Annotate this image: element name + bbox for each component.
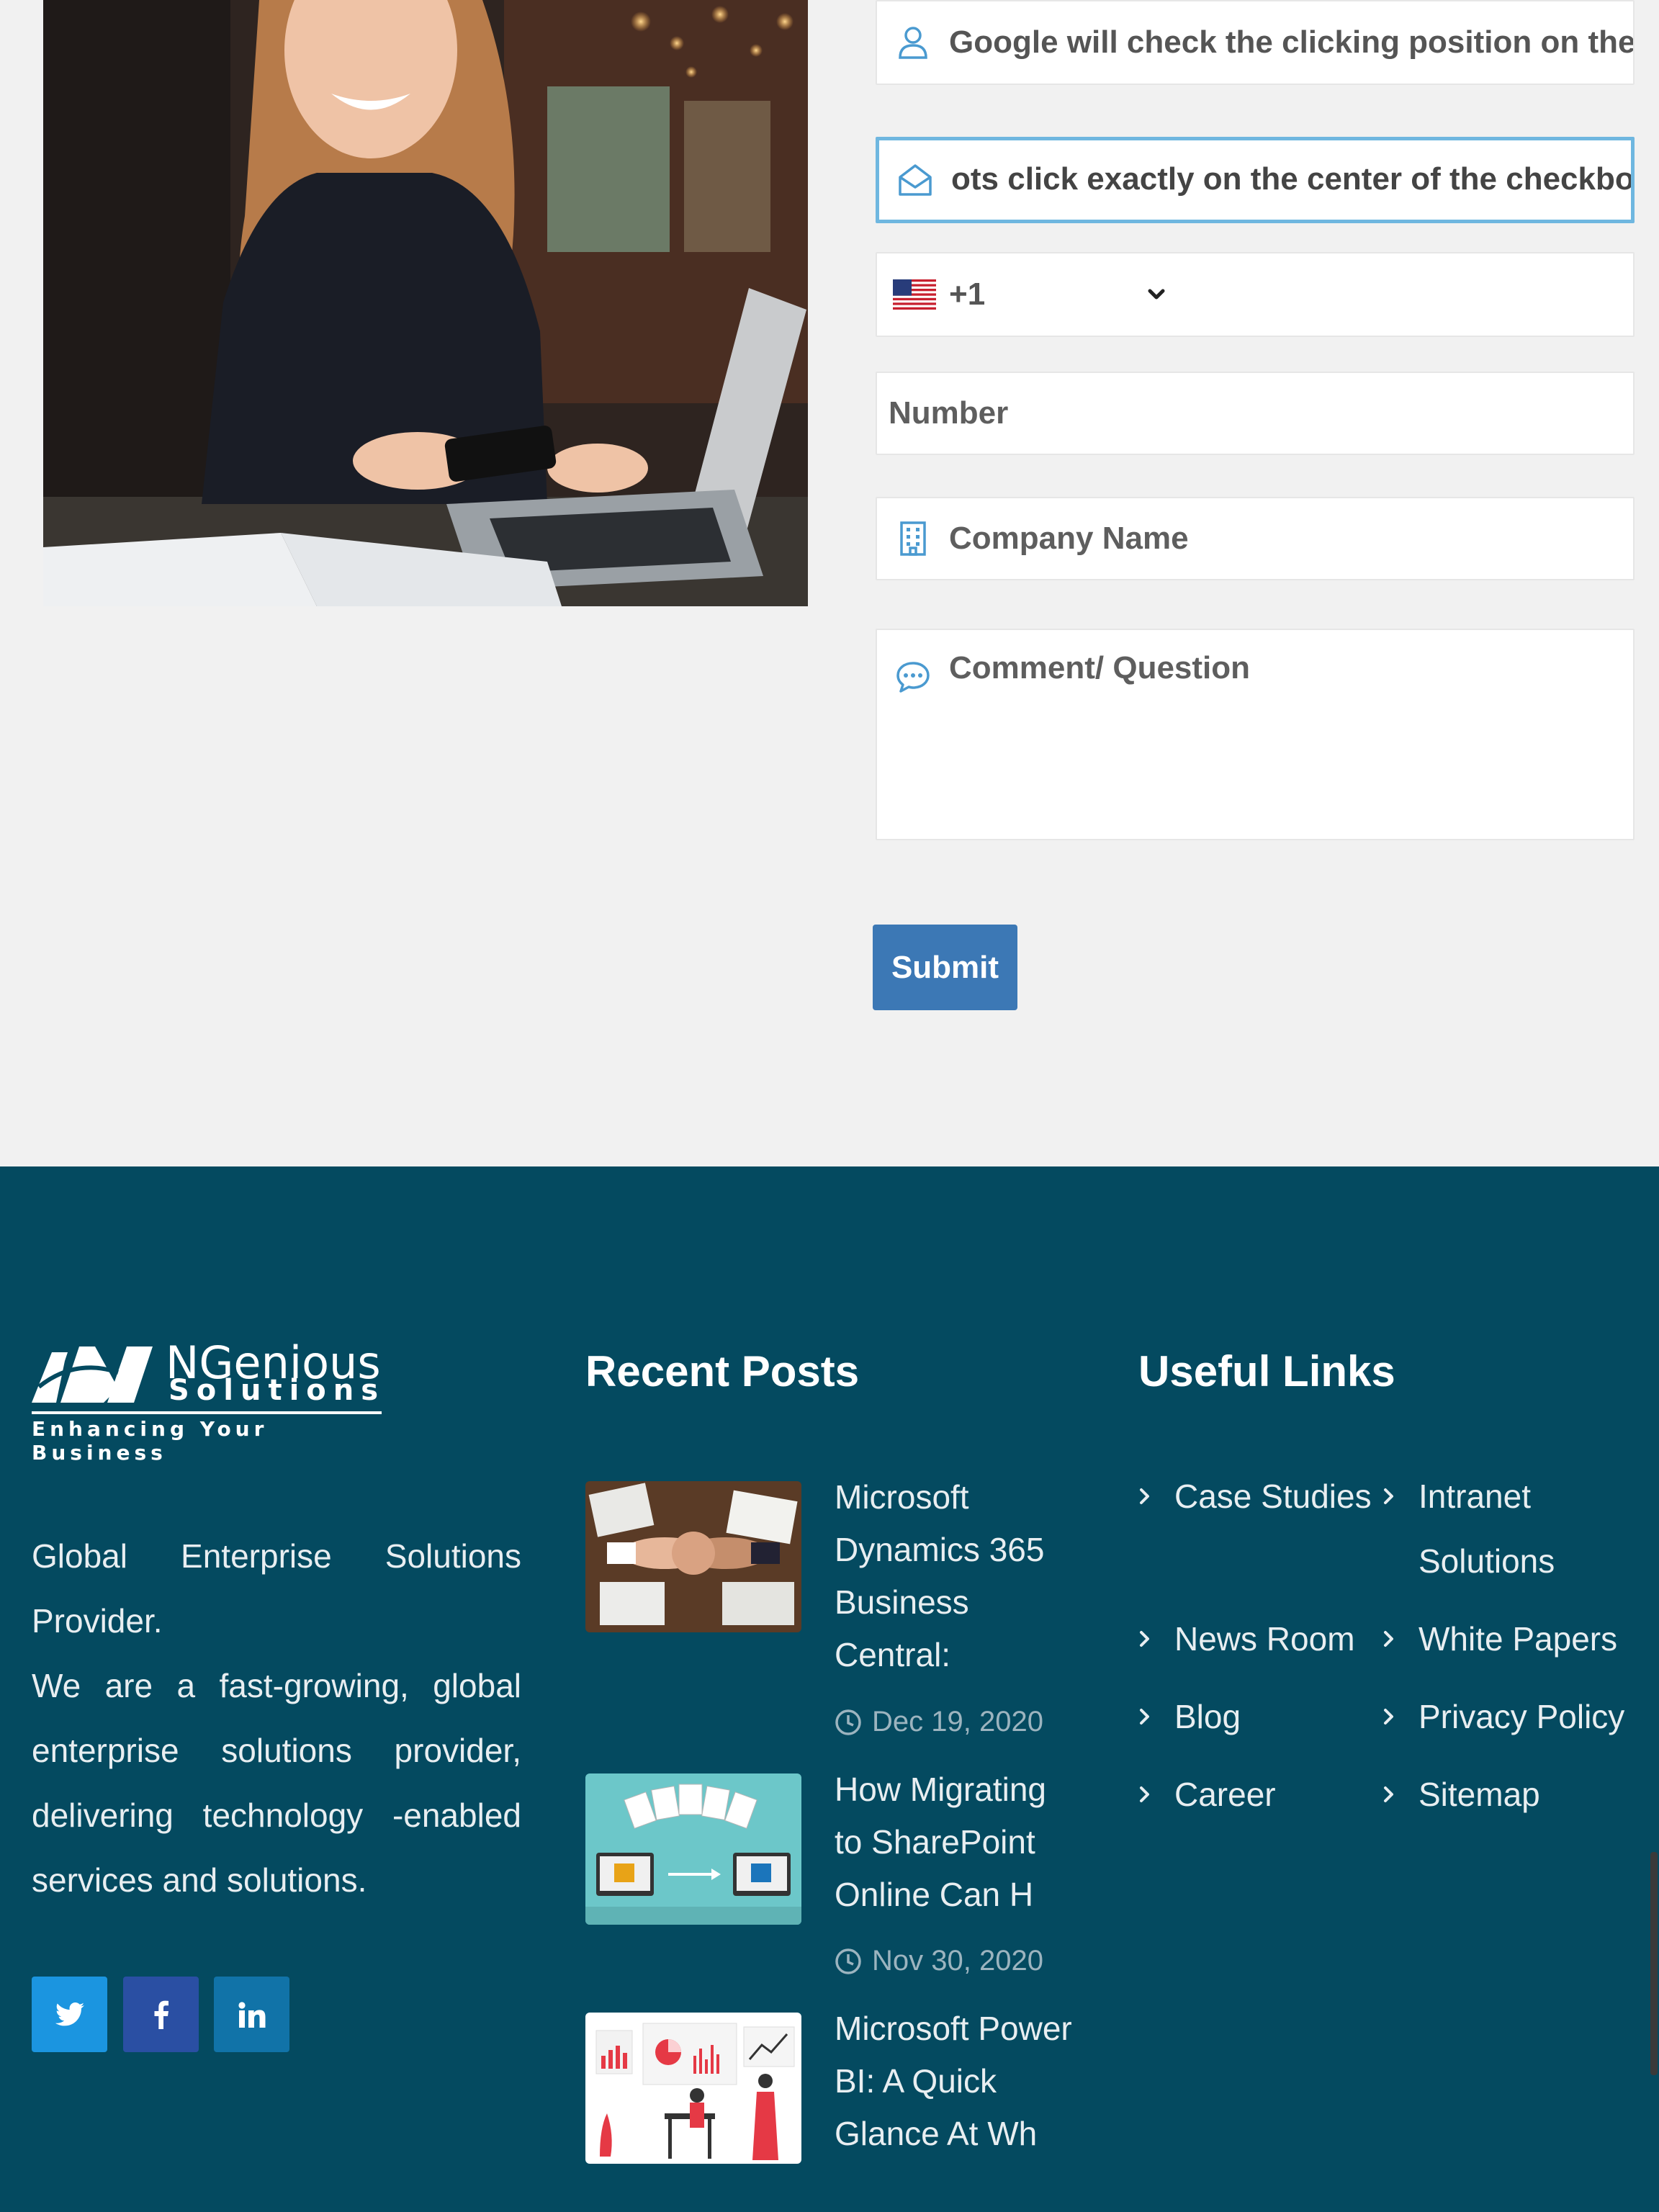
chevron-right-icon <box>1137 1464 1174 1529</box>
email-field[interactable]: ots click exactly on the center of the c… <box>876 137 1635 223</box>
page-scrollbar[interactable] <box>1650 1852 1658 2075</box>
link-label: Sitemap <box>1419 1776 1540 1813</box>
comment-placeholder: Comment/ Question <box>949 650 1251 685</box>
link-news-room[interactable]: News Room <box>1137 1606 1355 1671</box>
link-blog[interactable]: Blog <box>1137 1684 1241 1749</box>
chevron-right-icon <box>1137 1606 1174 1671</box>
company-name-field[interactable]: Company Name <box>876 497 1635 580</box>
chevron-right-icon <box>1381 1606 1419 1671</box>
post-title[interactable]: Microsoft Power BI: A Quick Glance At Wh <box>835 2002 1079 2160</box>
recent-post-item[interactable]: Microsoft Power BI: A Quick Glance At Wh <box>585 2010 1089 2212</box>
company-logo[interactable]: NGenious Solutions Enhancing Your Busine… <box>32 1336 386 1465</box>
user-icon <box>877 25 949 60</box>
logo-mark-icon <box>32 1346 153 1403</box>
clock-icon <box>835 1709 861 1735</box>
chevron-right-icon <box>1381 1684 1419 1749</box>
facebook-button[interactable] <box>123 1977 199 2052</box>
woman-laptop-photo <box>43 0 808 606</box>
link-label: Intranet Solutions <box>1419 1478 1555 1580</box>
chevron-down-icon[interactable] <box>1143 282 1169 307</box>
twitter-icon <box>55 2002 84 2026</box>
email-field-value: ots click exactly on the center of the c… <box>951 161 1631 198</box>
recent-posts-heading: Recent Posts <box>585 1347 860 1395</box>
post-date: Dec 19, 2020 <box>835 1706 1043 1738</box>
number-placeholder: Number <box>889 395 1009 431</box>
post-date: Nov 30, 2020 <box>835 1945 1043 1977</box>
name-field-value: Google will check the clicking position … <box>949 24 1633 60</box>
linkedin-icon <box>238 2001 265 2028</box>
us-flag-icon <box>893 279 936 310</box>
about-text: Global Enterprise Solutions Provider. We… <box>32 1524 521 1912</box>
submit-button[interactable]: Submit <box>873 925 1017 1010</box>
chat-bubble-icon <box>877 650 949 693</box>
chevron-right-icon <box>1381 1762 1419 1827</box>
link-case-studies[interactable]: Case Studies <box>1137 1464 1372 1529</box>
company-placeholder: Company Name <box>949 521 1189 556</box>
post-title[interactable]: Microsoft Dynamics 365 Business Central: <box>835 1471 1079 1681</box>
phone-number-field[interactable]: Number <box>876 372 1635 455</box>
site-footer: NGenious Solutions Enhancing Your Busine… <box>0 1166 1659 2212</box>
link-label: Privacy Policy <box>1419 1698 1625 1735</box>
twitter-button[interactable] <box>32 1977 107 2052</box>
post-thumbnail-teamwork[interactable] <box>585 1481 801 1632</box>
clock-icon <box>835 1948 861 1974</box>
link-white-papers[interactable]: White Papers <box>1381 1606 1617 1671</box>
chevron-right-icon <box>1137 1684 1174 1749</box>
link-label: Case Studies <box>1174 1478 1372 1515</box>
link-label: Career <box>1174 1776 1276 1813</box>
post-thumbnail-sharepoint-migration[interactable] <box>585 1773 801 1925</box>
post-thumbnail-power-bi[interactable] <box>585 2013 801 2164</box>
logo-divider <box>32 1411 382 1414</box>
phone-country-select[interactable]: +1 <box>876 252 1635 337</box>
post-date-text: Dec 19, 2020 <box>872 1706 1043 1737</box>
about-line-1: Global Enterprise Solutions Provider. <box>32 1537 521 1640</box>
recent-post-item[interactable]: Microsoft Dynamics 365 Business Central:… <box>585 1478 1089 1737</box>
link-sitemap[interactable]: Sitemap <box>1381 1762 1540 1827</box>
chevron-right-icon <box>1381 1464 1419 1529</box>
about-line-2: We are a fast-growing, global enterprise… <box>32 1667 521 1899</box>
link-label: White Papers <box>1419 1620 1618 1658</box>
envelope-open-icon <box>879 163 951 197</box>
chevron-right-icon <box>1137 1762 1174 1827</box>
link-label: News Room <box>1174 1620 1355 1658</box>
building-icon <box>877 521 949 557</box>
recent-post-item[interactable]: How Migrating to SharePoint Online Can H… <box>585 1771 1089 1982</box>
post-date-text: Nov 30, 2020 <box>872 1945 1043 1977</box>
link-privacy-policy[interactable]: Privacy Policy <box>1381 1684 1624 1749</box>
logo-tagline: Enhancing Your Business <box>32 1417 269 1465</box>
linkedin-button[interactable] <box>214 1977 289 2052</box>
link-career[interactable]: Career <box>1137 1762 1276 1827</box>
logo-text-solutions: Solutions <box>168 1374 386 1407</box>
link-label: Blog <box>1174 1698 1241 1735</box>
facebook-icon <box>154 2000 168 2029</box>
comment-textarea[interactable]: Comment/ Question <box>876 629 1635 840</box>
name-field[interactable]: Google will check the clicking position … <box>876 0 1635 85</box>
post-title[interactable]: How Migrating to SharePoint Online Can H <box>835 1763 1079 1921</box>
useful-links-heading: Useful Links <box>1138 1347 1395 1395</box>
country-code: +1 <box>949 276 986 312</box>
link-intranet-solutions[interactable]: Intranet Solutions <box>1381 1464 1626 1593</box>
